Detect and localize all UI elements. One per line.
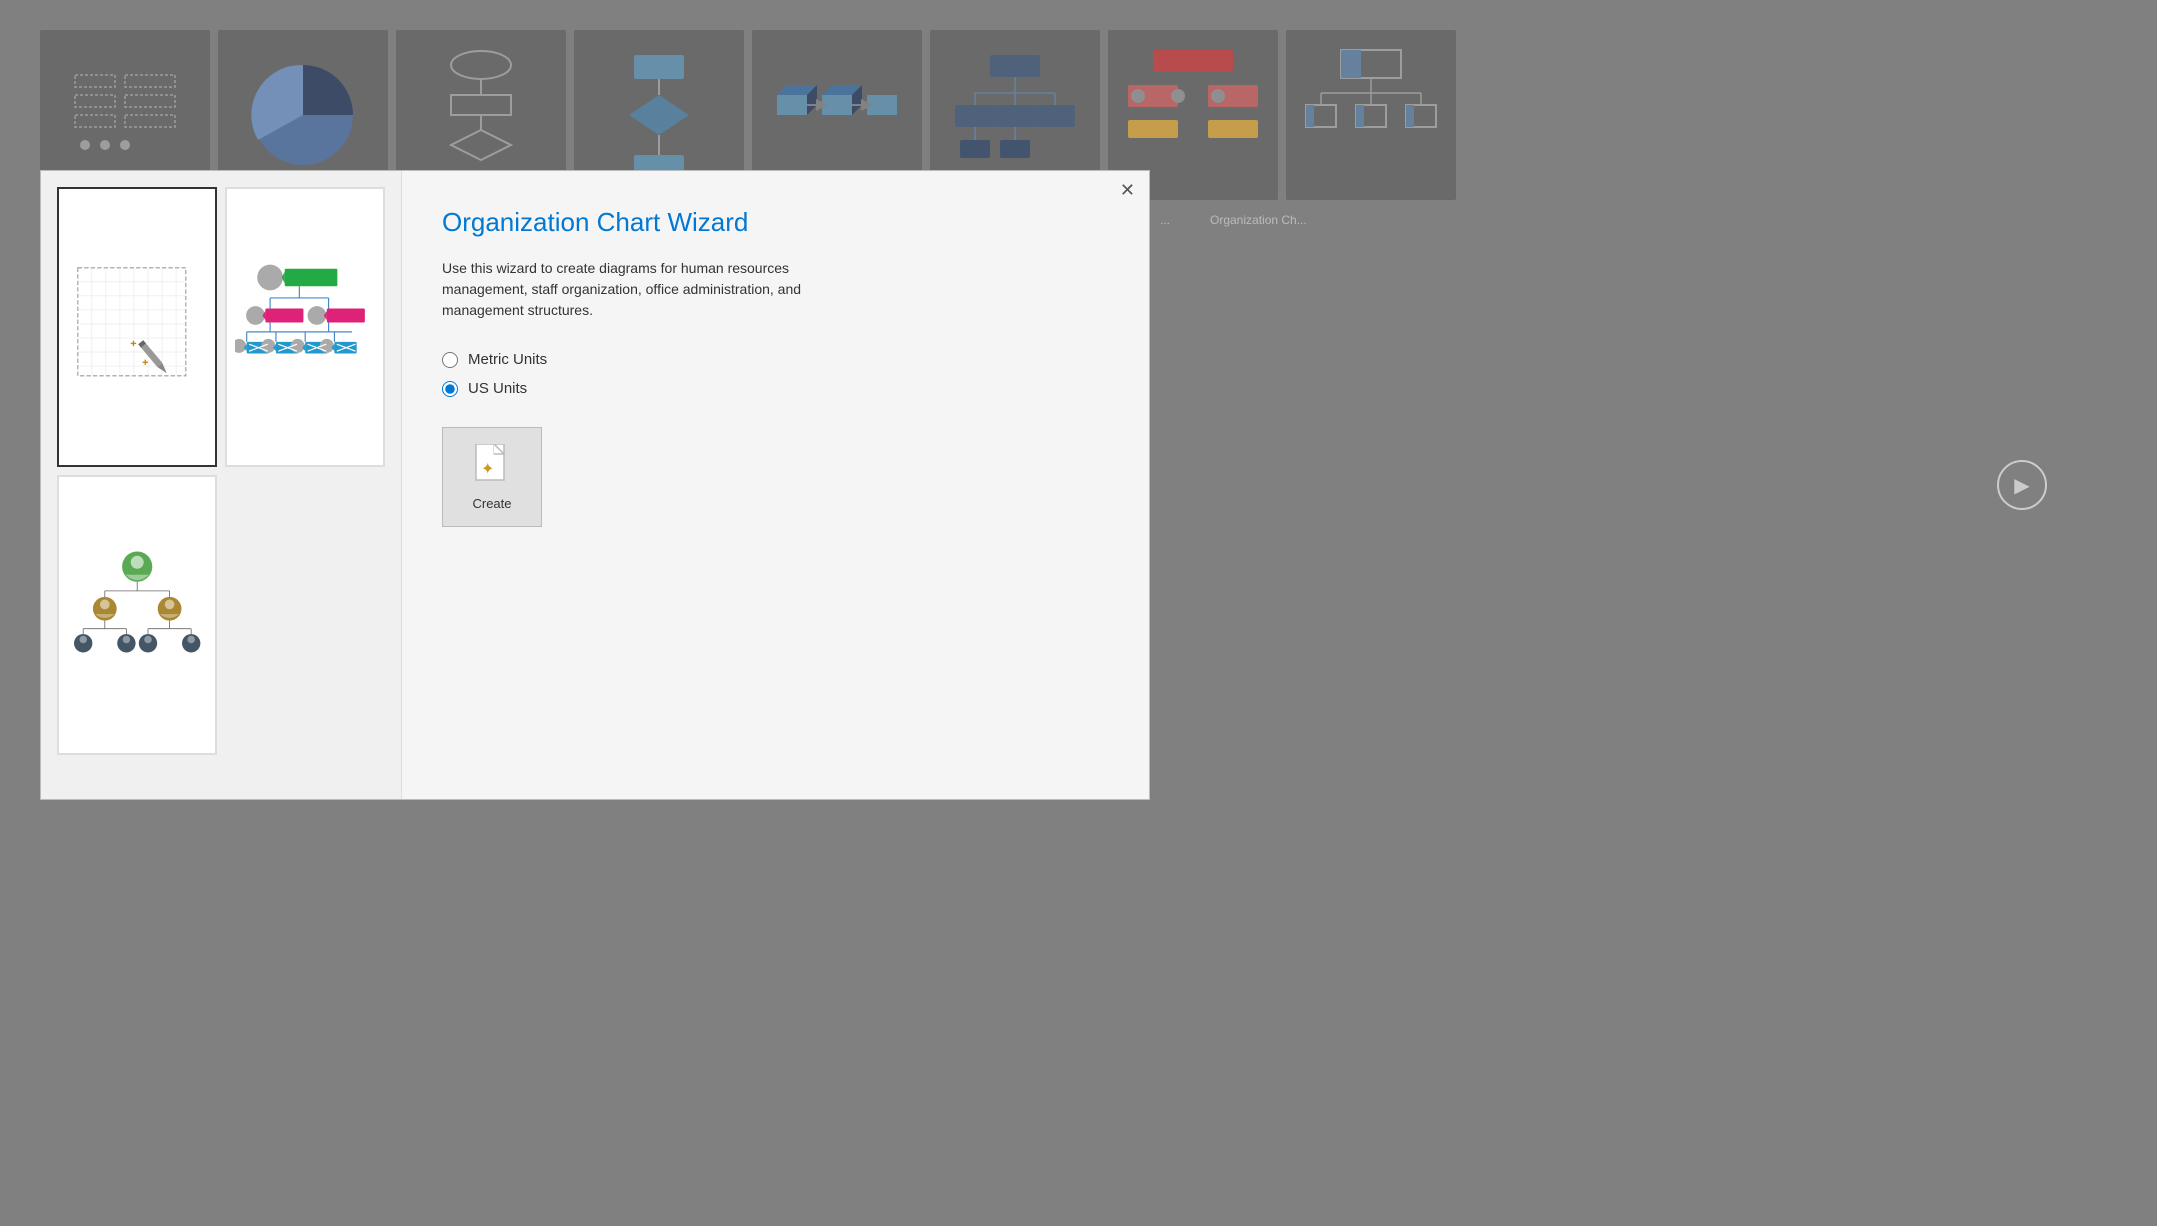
units-radio-group: Metric Units US Units	[442, 351, 1109, 397]
metric-units-option[interactable]: Metric Units	[442, 351, 1109, 368]
modal-dialog: ✕	[40, 170, 1150, 800]
us-units-option[interactable]: US Units	[442, 380, 1109, 397]
bg-label-2: Organization Ch...	[1210, 213, 1307, 227]
wizard-title: Organization Chart Wizard	[442, 207, 1109, 238]
create-button-label: Create	[472, 496, 511, 511]
bg-thumb-8[interactable]	[1286, 30, 1456, 200]
wizard-description: Use this wizard to create diagrams for h…	[442, 258, 862, 321]
us-units-radio[interactable]	[442, 381, 458, 397]
play-button[interactable]: ▶	[1997, 460, 2047, 510]
thumb-people-circles[interactable]	[57, 475, 217, 755]
create-button[interactable]: ✦ Create	[442, 427, 542, 527]
left-panel	[41, 171, 401, 799]
create-document-icon: ✦	[473, 444, 511, 490]
svg-text:✦: ✦	[481, 461, 494, 478]
right-panel: Organization Chart Wizard Use this wizar…	[401, 171, 1149, 799]
us-units-label: US Units	[468, 380, 527, 397]
bg-label-1: ...	[1160, 213, 1170, 227]
thumb-org-colorful[interactable]	[225, 187, 385, 467]
metric-units-radio[interactable]	[442, 352, 458, 368]
close-button[interactable]: ✕	[1120, 181, 1135, 199]
metric-units-label: Metric Units	[468, 351, 547, 368]
thumb-grid-pencil[interactable]	[57, 187, 217, 467]
